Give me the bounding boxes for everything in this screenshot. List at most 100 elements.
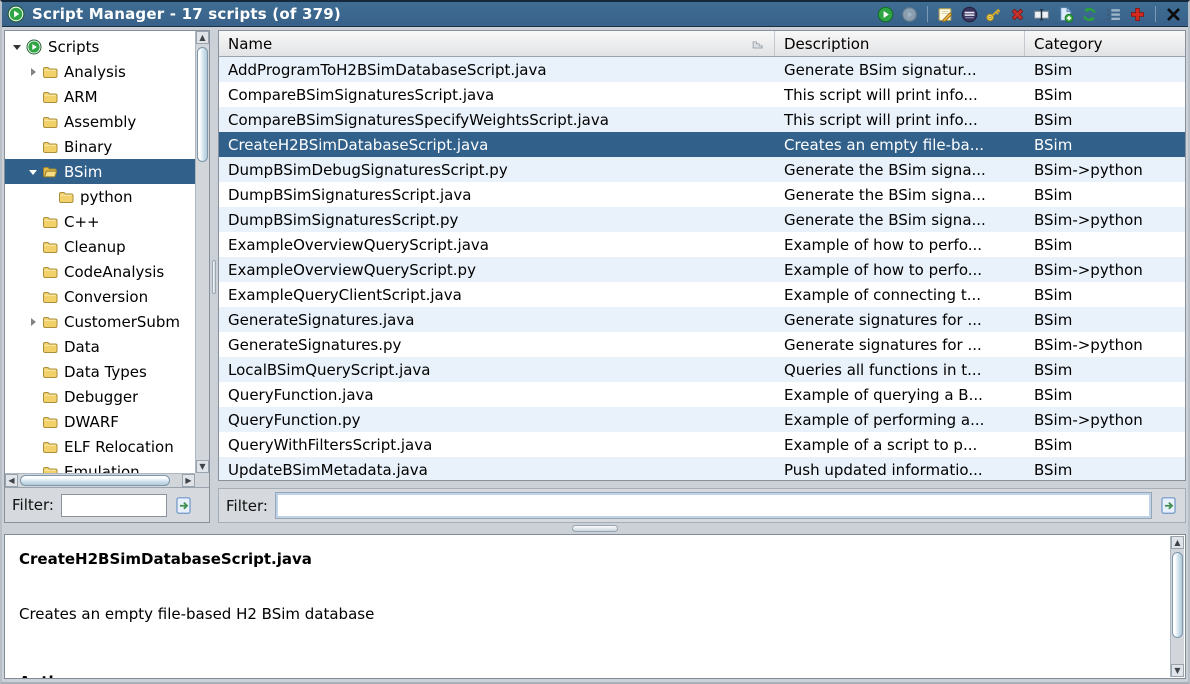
tree-item-binary[interactable]: Binary <box>5 134 195 159</box>
collapse-arrow-icon[interactable] <box>11 40 25 54</box>
scroll-down-button[interactable]: ▼ <box>1171 664 1184 677</box>
tree-item-codeanalysis[interactable]: CodeAnalysis <box>5 259 195 284</box>
table-row-generatesignatures-py[interactable]: GenerateSignatures.pyGenerate signatures… <box>219 332 1185 357</box>
scroll-up-button[interactable]: ▲ <box>1171 536 1184 549</box>
tree-item-c[interactable]: C++ <box>5 209 195 234</box>
cell-category: BSim->python <box>1025 261 1185 279</box>
refresh-scripts-icon <box>1081 6 1098 23</box>
table-row-comparebsimsignaturesscript-java[interactable]: CompareBSimSignaturesScript.javaThis scr… <box>219 82 1185 107</box>
tree-item-emulation[interactable]: Emulation <box>5 459 195 473</box>
help-icon <box>1129 6 1146 23</box>
scroll-left-button[interactable]: ◀ <box>5 474 18 487</box>
vertical-splitter[interactable] <box>210 30 218 523</box>
cell-category: BSim <box>1025 311 1185 329</box>
cell-category: BSim <box>1025 286 1185 304</box>
run-script-button[interactable] <box>875 4 896 25</box>
script-directories-button[interactable] <box>1103 4 1124 25</box>
key-binding-button[interactable] <box>983 4 1004 25</box>
cell-name: ExampleOverviewQueryScript.java <box>219 236 775 254</box>
table-row-dumpbsimdebugsignaturesscript-py[interactable]: DumpBSimDebugSignaturesScript.pyGenerate… <box>219 157 1185 182</box>
folder-icon <box>41 139 59 155</box>
new-script-button[interactable] <box>1055 4 1076 25</box>
table-row-dumpbsimsignaturesscript-py[interactable]: DumpBSimSignaturesScript.pyGenerate the … <box>219 207 1185 232</box>
expand-arrow-icon[interactable] <box>27 315 41 329</box>
table-row-addprogramtoh2bsimdatabasescript-java[interactable]: AddProgramToH2BSimDatabaseScript.javaGen… <box>219 57 1185 82</box>
vertical-splitter-handle[interactable] <box>212 260 216 294</box>
table-row-queryfunction-py[interactable]: QueryFunction.pyExample of performing a.… <box>219 407 1185 432</box>
table-row-updatebsimmetadata-java[interactable]: UpdateBSimMetadata.javaPush updated info… <box>219 457 1185 480</box>
tree-item-python[interactable]: python <box>5 184 195 209</box>
cell-category: BSim <box>1025 361 1185 379</box>
table-row-createh2bsimdatabasescript-java[interactable]: CreateH2BSimDatabaseScript.javaCreates a… <box>219 132 1185 157</box>
column-header-category[interactable]: Category <box>1025 31 1185 56</box>
tree-item-cleanup[interactable]: Cleanup <box>5 234 195 259</box>
delete-script-button[interactable] <box>1007 4 1028 25</box>
tree-item-label: C++ <box>64 213 100 231</box>
tree-item-label: Binary <box>64 138 112 156</box>
tree-filter-options-icon[interactable] <box>174 496 193 515</box>
help-button[interactable] <box>1127 4 1148 25</box>
cell-name: QueryFunction.py <box>219 411 775 429</box>
run-last-script-button[interactable] <box>899 4 920 25</box>
tree-item-bsim[interactable]: BSim <box>5 159 195 184</box>
column-header-description[interactable]: Description <box>775 31 1025 56</box>
tree-filter-input[interactable] <box>61 494 167 517</box>
script-table-panel: Name Description Category AddProgramToH2… <box>218 30 1186 523</box>
table-row-querywithfiltersscript-java[interactable]: QueryWithFiltersScript.javaExample of a … <box>219 432 1185 457</box>
script-description-text: Creates an empty file-based H2 BSim data… <box>19 605 374 623</box>
tree-vertical-scrollbar[interactable]: ▲ ▼ <box>195 31 209 473</box>
rename-script-button[interactable] <box>1031 4 1052 25</box>
tree-item-customersubm[interactable]: CustomerSubm <box>5 309 195 334</box>
tree-vscroll-thumb[interactable] <box>197 47 208 162</box>
script-description-panel: CreateH2BSimDatabaseScript.java Creates … <box>4 534 1186 679</box>
edit-script-icon <box>937 6 954 23</box>
collapse-arrow-icon[interactable] <box>27 165 41 179</box>
folder-icon <box>41 239 59 255</box>
description-vertical-scrollbar[interactable]: ▲ ▼ <box>1170 536 1184 677</box>
tree-item-scripts[interactable]: Scripts <box>5 34 195 59</box>
table-row-examplequeryclientscript-java[interactable]: ExampleQueryClientScript.javaExample of … <box>219 282 1185 307</box>
table-row-queryfunction-java[interactable]: QueryFunction.javaExample of querying a … <box>219 382 1185 407</box>
refresh-scripts-button[interactable] <box>1079 4 1100 25</box>
tree-item-conversion[interactable]: Conversion <box>5 284 195 309</box>
cell-description: Generate BSim signatur... <box>775 61 1025 79</box>
column-header-name-label: Name <box>228 35 272 53</box>
edit-in-eclipse-button[interactable] <box>959 4 980 25</box>
expand-arrow-icon[interactable] <box>27 65 41 79</box>
tree-item-arm[interactable]: ARM <box>5 84 195 109</box>
tree-item-dwarf[interactable]: DWARF <box>5 409 195 434</box>
tree-item-data-types[interactable]: Data Types <box>5 359 195 384</box>
tree-item-elf-relocation[interactable]: ELF Relocation <box>5 434 195 459</box>
folder-icon <box>41 389 59 405</box>
tree-horizontal-scrollbar[interactable]: ◀ ▶ <box>5 473 195 487</box>
scroll-down-button[interactable]: ▼ <box>196 460 209 473</box>
table-row-generatesignatures-java[interactable]: GenerateSignatures.javaGenerate signatur… <box>219 307 1185 332</box>
column-header-name[interactable]: Name <box>219 31 775 56</box>
table-row-exampleoverviewqueryscript-java[interactable]: ExampleOverviewQueryScript.javaExample o… <box>219 232 1185 257</box>
tree-item-data[interactable]: Data <box>5 334 195 359</box>
tree-item-assembly[interactable]: Assembly <box>5 109 195 134</box>
table-filter-options-icon[interactable] <box>1159 496 1178 515</box>
close-window-button[interactable] <box>1163 4 1184 25</box>
folder-icon <box>41 114 59 130</box>
scroll-right-button[interactable]: ▶ <box>182 474 195 487</box>
description-vscroll-thumb[interactable] <box>1172 552 1183 638</box>
folder-icon <box>41 364 59 380</box>
table-row-exampleoverviewqueryscript-py[interactable]: ExampleOverviewQueryScript.pyExample of … <box>219 257 1185 282</box>
tree-item-label: ARM <box>64 88 98 106</box>
folder-icon <box>41 314 59 330</box>
edit-script-button[interactable] <box>935 4 956 25</box>
tree-item-debugger[interactable]: Debugger <box>5 384 195 409</box>
table-row-localbsimqueryscript-java[interactable]: LocalBSimQueryScript.javaQueries all fun… <box>219 357 1185 382</box>
horizontal-splitter[interactable] <box>2 523 1188 534</box>
folder-open-icon <box>41 164 59 180</box>
table-row-dumpbsimsignaturesscript-java[interactable]: DumpBSimSignaturesScript.javaGenerate th… <box>219 182 1185 207</box>
tree-item-analysis[interactable]: Analysis <box>5 59 195 84</box>
tree-hscroll-thumb[interactable] <box>20 475 170 486</box>
table-filter-input[interactable] <box>275 492 1152 519</box>
scroll-up-button[interactable]: ▲ <box>196 31 209 44</box>
script-description-content: CreateH2BSimDatabaseScript.java Creates … <box>19 535 1163 678</box>
table-row-comparebsimsignaturesspecifyweightsscript-java[interactable]: CompareBSimSignaturesSpecifyWeightsScrip… <box>219 107 1185 132</box>
horizontal-splitter-handle[interactable] <box>572 525 618 532</box>
title-bar: Script Manager - 17 scripts (of 379) <box>2 2 1188 27</box>
